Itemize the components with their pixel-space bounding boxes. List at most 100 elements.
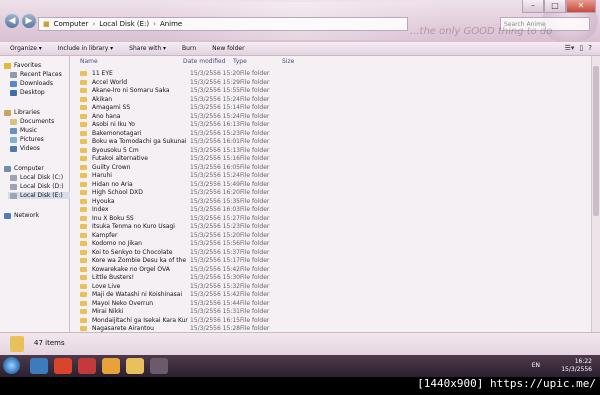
folder-icon <box>80 317 87 323</box>
network-icon <box>4 212 11 219</box>
chrome-icon[interactable] <box>54 358 72 374</box>
taskbar: EN 16:22 15/3/2556 <box>0 355 600 377</box>
nav-label: Favorites <box>14 62 42 69</box>
nav-label: Libraries <box>14 109 40 116</box>
nav-label: Videos <box>20 145 40 152</box>
folder-icon <box>80 113 87 119</box>
folder-icon <box>80 96 87 102</box>
view-options-icon[interactable]: ☰▾ <box>565 44 575 52</box>
nav-label: Downloads <box>20 80 53 87</box>
file-list: Name Date modified Type Size 11 EYE 15/3/… <box>70 56 600 332</box>
nav-libraries[interactable]: Libraries <box>4 109 40 116</box>
watermark: [1440x900] https://upic.me/ <box>417 377 596 390</box>
folder-icon <box>80 164 87 170</box>
folder-icon <box>80 147 87 153</box>
nav-disk-c[interactable]: Local Disk (C:) <box>10 174 63 181</box>
folder-icon <box>80 232 87 238</box>
nav-disk-d[interactable]: Local Disk (D:) <box>10 183 64 190</box>
organize-button[interactable]: Organize ▾ <box>10 45 42 52</box>
close-button[interactable]: ✕ <box>566 0 596 13</box>
column-name[interactable]: Name <box>80 58 98 65</box>
videos-icon <box>10 145 17 152</box>
folder-icon <box>80 300 87 306</box>
nav-music[interactable]: Music <box>10 127 37 134</box>
breadcrumb-computer[interactable]: Computer <box>54 17 89 31</box>
address-bar[interactable]: ■ Computer › Local Disk (E:) › Anime <box>38 17 408 31</box>
help-icon[interactable]: ? <box>588 44 592 52</box>
window-controls: – □ ✕ <box>522 0 596 13</box>
nav-downloads[interactable]: Downloads <box>10 80 53 87</box>
vertical-scrollbar[interactable] <box>591 56 600 332</box>
nav-favorites[interactable]: Favorites <box>4 62 41 69</box>
folder-icon <box>80 88 87 93</box>
nav-label: Computer <box>14 165 44 172</box>
app-icon[interactable] <box>150 358 168 374</box>
folder-icon <box>80 224 87 229</box>
nav-label: Pictures <box>20 136 44 143</box>
forward-button[interactable]: ▶ <box>22 14 36 28</box>
explorer-window: – □ ✕ ◀ ▶ ■ Computer › Local Disk (E:) ›… <box>0 0 600 355</box>
start-button[interactable] <box>3 357 20 374</box>
pictures-icon <box>10 136 17 143</box>
folder-icon <box>80 215 87 221</box>
nav-disk-e[interactable]: Local Disk (E:) <box>8 192 70 199</box>
new-folder-button[interactable]: New folder <box>212 45 244 52</box>
file-type: File folder <box>240 325 270 332</box>
column-date[interactable]: Date modified <box>183 58 226 65</box>
language-indicator[interactable]: EN <box>532 362 540 369</box>
status-bar: 47 items <box>0 332 600 355</box>
drive-icon <box>10 192 17 199</box>
desktop-icon <box>10 89 17 96</box>
breadcrumb-separator: › <box>153 20 156 28</box>
explorer-icon[interactable] <box>126 358 144 374</box>
share-button[interactable]: Share with ▾ <box>129 45 166 52</box>
preview-pane-icon[interactable]: ▯ <box>579 44 583 52</box>
system-clock[interactable]: 16:22 15/3/2556 <box>561 358 592 374</box>
nav-desktop[interactable]: Desktop <box>10 89 45 96</box>
nav-label: Network <box>14 212 40 219</box>
back-button[interactable]: ◀ <box>5 14 19 28</box>
download-icon <box>10 80 17 87</box>
folder-icon <box>80 79 87 85</box>
nav-computer[interactable]: Computer <box>4 165 44 172</box>
folder-icon <box>80 181 87 187</box>
scrollbar-thumb[interactable] <box>593 66 599 216</box>
maximize-button[interactable]: □ <box>544 0 566 13</box>
folder-icon <box>80 173 87 178</box>
burn-button[interactable]: Burn <box>182 45 196 52</box>
folder-icon <box>80 105 87 110</box>
nav-label: Local Disk (D:) <box>20 183 64 190</box>
file-row[interactable]: Nagasarete Airantou 15/3/2556 15:28 File f… <box>80 324 520 332</box>
folder-icon <box>80 122 87 127</box>
nav-videos[interactable]: Videos <box>10 145 40 152</box>
file-name: Nagasarete Airantou <box>92 325 154 332</box>
folder-icon <box>80 258 87 263</box>
nav-network[interactable]: Network <box>4 212 39 219</box>
media-player-icon[interactable] <box>102 358 120 374</box>
breadcrumb-anime[interactable]: Anime <box>160 17 182 31</box>
breadcrumb-disk[interactable]: Local Disk (E:) <box>99 17 149 31</box>
folder-icon <box>80 326 87 331</box>
nav-recent-places[interactable]: Recent Places <box>10 71 62 78</box>
folder-icon <box>80 139 87 144</box>
ie-icon[interactable] <box>30 358 48 374</box>
folder-icon <box>80 156 87 161</box>
folder-icon: ■ <box>43 20 50 28</box>
app-icon[interactable] <box>78 358 96 374</box>
nav-label: Recent Places <box>20 71 62 78</box>
folder-icon <box>80 130 87 136</box>
minimize-button[interactable]: – <box>522 0 544 13</box>
nav-buttons: ◀ ▶ <box>5 14 36 28</box>
include-library-button[interactable]: Include in library ▾ <box>58 45 113 52</box>
nav-documents[interactable]: Documents <box>10 118 54 125</box>
nav-pictures[interactable]: Pictures <box>10 136 44 143</box>
documents-icon <box>10 118 17 125</box>
breadcrumb-separator: › <box>92 20 96 28</box>
column-type[interactable]: Type <box>233 58 247 65</box>
folder-icon <box>80 198 87 204</box>
column-size[interactable]: Size <box>282 58 294 65</box>
nav-label: Music <box>20 127 38 134</box>
file-date: 15/3/2556 15:28 <box>190 325 240 332</box>
folder-icon <box>80 309 87 314</box>
folder-icon <box>80 283 87 289</box>
